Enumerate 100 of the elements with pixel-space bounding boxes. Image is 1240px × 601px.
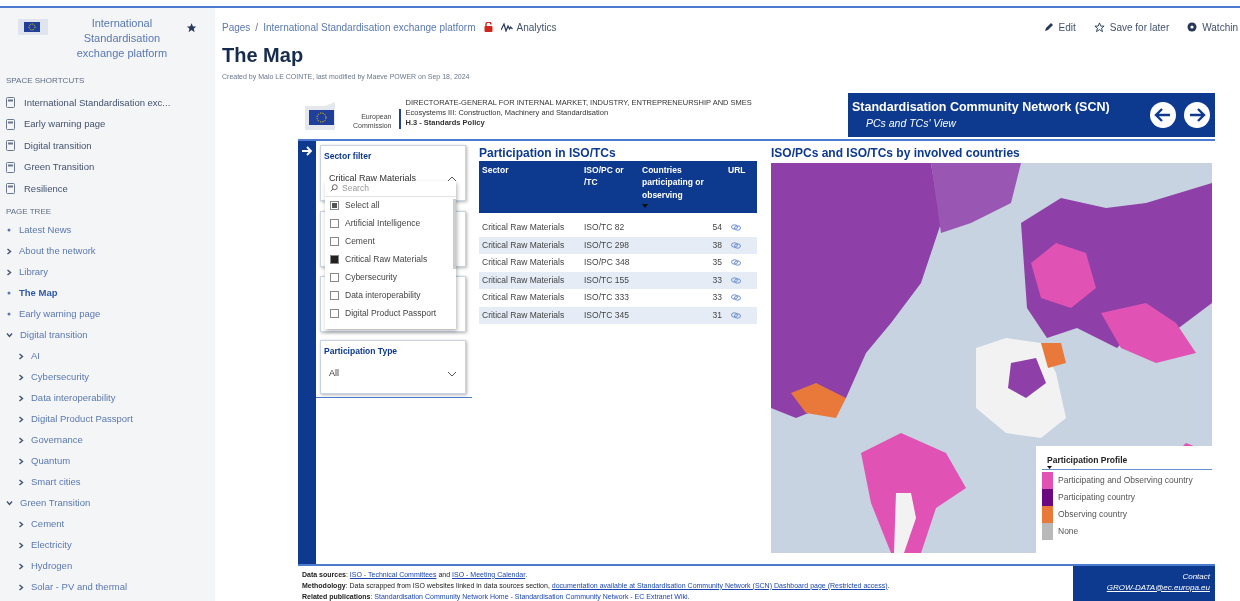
chevron-right-icon[interactable] [6,247,12,255]
tree-item-link[interactable]: Latest News [19,222,72,238]
tree-item-link[interactable]: Hydrogen [31,558,73,574]
tree-item-link[interactable]: Governance [31,432,83,448]
dropdown-option[interactable]: Select all [325,196,456,215]
space-title-link[interactable]: International Standardisation exchange platform [66,16,178,61]
checkbox[interactable] [330,201,339,210]
breadcrumb-link[interactable]: Pages [222,19,251,35]
action-link[interactable]: Watchin [1187,19,1238,35]
chevron-right-icon[interactable] [18,394,24,402]
star-outline-icon [1093,21,1105,33]
column-header[interactable]: URL [725,160,757,188]
shortcut-link[interactable]: International Standardisation exc... [6,92,197,114]
tree-item-link[interactable]: Solar - PV and thermal [31,579,128,595]
table-cell-text: ISO/TC 155 [583,273,630,287]
bullet-icon [6,311,12,317]
dropdown-option[interactable]: Critical Raw Materials [325,250,456,269]
tree-item-link[interactable]: Cybersecurity [31,369,90,385]
chevron-down-icon[interactable] [6,500,13,506]
tree-item-link[interactable]: The Map [19,285,58,301]
legend-label: Participating and Observing country [1058,474,1193,488]
chevron-right-icon[interactable] [18,562,24,570]
table-cell-text: 33 [711,291,723,305]
shortcut-link[interactable]: Early warning page [6,113,197,135]
checkbox[interactable] [330,237,339,246]
chevron-right-icon[interactable] [18,436,24,444]
tree-item-link[interactable]: Quantum [31,453,71,469]
tree-item-link[interactable]: Cement [31,516,65,532]
action-link[interactable]: Save for later [1093,19,1170,35]
banner-subtitle: PCs and TCs' View [865,115,958,131]
column-header[interactable]: Sector [479,160,581,188]
page-title: The Map [222,43,305,68]
chevron-right-icon[interactable] [18,520,24,528]
tree-item-link[interactable]: Electricity [31,537,72,553]
document-icon [6,183,15,195]
document-icon [6,140,15,152]
dropdown-option[interactable]: Data interoperability [325,286,456,305]
dropdown[interactable]: All [321,367,465,381]
banner-title: Standardisation Community Network (SCN) [852,98,1110,115]
tree-item-link[interactable]: Early warning page [19,306,101,322]
tree-item-link[interactable]: Smart cities [31,474,81,490]
tree-item-link[interactable]: Green Transition [20,495,91,511]
table-cell-text: 33 [711,273,723,287]
table-cell-text: ISO/TC 345 [583,308,630,322]
tree-item-link[interactable]: Data interoperability [31,390,116,406]
shortcut-link[interactable]: Digital transition [6,135,197,157]
search-icon [330,184,338,192]
chevron-down-icon[interactable] [6,332,13,338]
chevron-right-icon[interactable] [18,457,24,465]
chevron-right-icon[interactable] [18,541,24,549]
table-cell-text: Critical Raw Materials [481,238,566,252]
document-icon [6,161,15,173]
chevron-right-icon[interactable] [18,373,24,381]
arrow-right-icon[interactable] [301,144,313,157]
bullet-icon [6,227,12,233]
checkbox[interactable] [330,273,339,282]
shortcut-link[interactable]: Green Transition [6,156,197,178]
column-header[interactable]: Countries participating or observing [639,160,725,213]
tree-item-link[interactable]: Digital Product Passport [31,411,133,427]
table-cell-text: 31 [711,308,723,322]
chevron-right-icon[interactable] [18,583,24,591]
search-field[interactable]: Search [342,181,442,195]
contact-label: Contact [1182,570,1210,582]
filter-label: Sector filter [323,149,373,163]
action-link[interactable]: Edit [1043,19,1076,35]
tree-item-link[interactable]: About the network [19,243,96,259]
tree-item-link[interactable]: AI [31,348,40,364]
table-cell-text: ISO/TC 333 [583,291,630,305]
dropdown-option[interactable]: Cement [325,232,456,251]
tree-item-link[interactable]: Library [19,264,49,280]
chevron-right-icon[interactable] [18,478,24,486]
tree-item-link[interactable]: Digital transition [20,327,88,343]
analytics-link[interactable]: Analytics [500,19,557,35]
document-icon [6,97,15,109]
contact-email-link[interactable]: GROW-DATA@ec.europa.eu [1106,581,1210,593]
pencil-icon [1043,22,1054,32]
dropdown-option[interactable]: Digital Product Passport [325,304,456,323]
breadcrumb-separator: / [255,20,259,35]
padlock-icon[interactable] [483,22,493,32]
legend-label: Participating country [1058,491,1135,505]
dropdown-option[interactable]: Artificial Intelligence [325,214,456,233]
dropdown-option[interactable]: Cybersecurity [325,268,456,287]
checkbox[interactable] [330,255,339,264]
column-header[interactable]: ISO/PC or /TC [581,160,639,201]
section-heading: PAGE TREE [6,205,53,218]
star-icon[interactable] [185,22,197,34]
shortcut-link[interactable]: Resilience [6,178,197,200]
breadcrumb-link[interactable]: International Standardisation exchange platform [263,19,476,35]
table-cell-text: ISO/PC 348 [583,256,631,270]
checkbox[interactable] [330,309,339,318]
checkbox[interactable] [330,219,339,228]
legend-label: None [1058,525,1079,539]
chevron-right-icon[interactable] [6,268,12,276]
flag-logo-icon [18,19,48,35]
table-cell-text: Critical Raw Materials [481,256,566,270]
chevron-right-icon[interactable] [18,352,24,360]
table-cell-text: Critical Raw Materials [481,308,566,322]
table-cell-text: Critical Raw Materials [481,221,566,235]
chevron-right-icon[interactable] [18,415,24,423]
checkbox[interactable] [330,291,339,300]
